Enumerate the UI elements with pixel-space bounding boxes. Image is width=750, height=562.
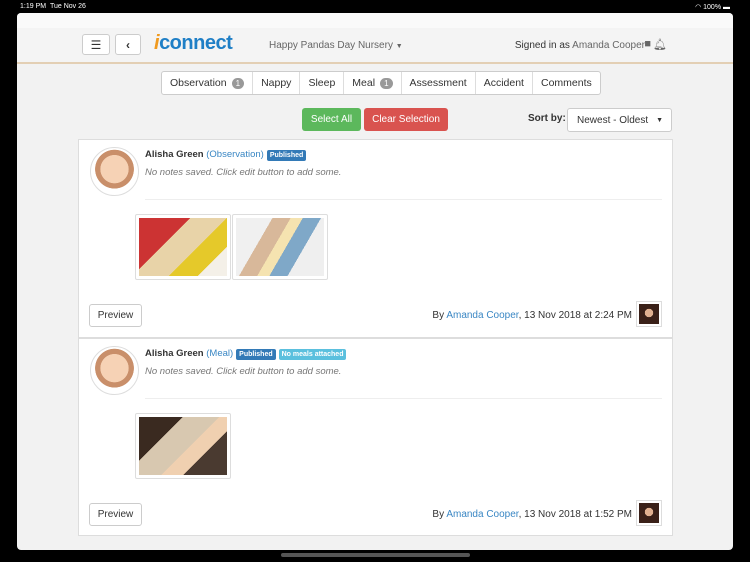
preview-button[interactable]: Preview — [89, 503, 142, 526]
nursery-dropdown[interactable]: Happy Pandas Day Nursery ▼ — [269, 40, 403, 51]
tab-comments[interactable]: Comments — [533, 72, 600, 94]
tab-meal[interactable]: Meal 1 — [344, 72, 402, 94]
photo-thumbnail[interactable] — [135, 413, 231, 479]
count-badge: 1 — [231, 77, 245, 89]
entry-card: Alisha Green (Observation) Published No n… — [78, 139, 673, 338]
tab-sleep[interactable]: Sleep — [300, 72, 345, 94]
back-button[interactable]: ‹ — [115, 34, 141, 55]
caret-down-icon: ▼ — [395, 43, 403, 50]
entry-type-link[interactable]: (Meal) — [206, 348, 233, 359]
staff-avatar — [636, 500, 662, 526]
tab-accident[interactable]: Accident — [476, 72, 533, 94]
status-badge: Published — [236, 349, 276, 360]
bell-icon[interactable]: 🔔︎ — [653, 38, 667, 51]
chevron-left-icon: ‹ — [126, 37, 130, 52]
notes-text: No notes saved. Click edit button to add… — [145, 167, 342, 178]
divider — [145, 398, 662, 399]
chat-icon[interactable]: ■ — [644, 38, 651, 50]
entry-card: Alisha Green (Meal) Published No meals att… — [78, 338, 673, 536]
battery-icon: ▬ — [723, 3, 730, 11]
photo-thumbnail[interactable] — [232, 214, 328, 280]
logo: iconnect — [154, 32, 233, 54]
tab-observation[interactable]: Observation 1 — [162, 72, 254, 94]
notes-text: No notes saved. Click edit button to add… — [145, 366, 342, 377]
staff-avatar — [636, 301, 662, 327]
author-line: By Amanda Cooper, 13 Nov 2018 at 2:24 PM — [432, 310, 632, 321]
signed-in-text: Signed in as Amanda Cooper — [514, 40, 645, 51]
status-time: 1:19 PM — [20, 3, 47, 10]
menu-button[interactable]: ☰ — [82, 34, 110, 55]
child-avatar — [90, 147, 139, 196]
status-date: Tue Nov 26 — [49, 3, 86, 10]
select-all-button[interactable]: Select All — [302, 108, 361, 131]
hamburger-icon: ☰ — [90, 37, 102, 52]
caret-down-icon: ▼ — [656, 116, 663, 124]
child-avatar — [90, 346, 139, 395]
app-window: ☰ ‹ iconnect Happy Pandas Day Nursery ▼ … — [17, 13, 733, 550]
battery-level: 100% — [703, 3, 722, 11]
photo-thumbnail[interactable] — [135, 214, 231, 280]
sort-label: Sort by: — [528, 113, 566, 124]
tab-nappy[interactable]: Nappy — [253, 72, 301, 94]
clear-selection-button[interactable]: Clear Selection — [364, 108, 448, 131]
divider — [145, 199, 662, 200]
preview-button[interactable]: Preview — [89, 304, 142, 327]
user-link[interactable]: Amanda Cooper — [572, 40, 645, 51]
author-link[interactable]: Amanda Cooper — [446, 310, 518, 321]
tab-assessment[interactable]: Assessment — [402, 72, 476, 94]
count-badge: 1 — [380, 77, 393, 89]
category-tabs: Observation 1 Nappy Sleep Meal 1 Assessmen… — [161, 71, 601, 95]
header: ☰ ‹ iconnect Happy Pandas Day Nursery ▼ … — [17, 28, 733, 64]
entry-type-link[interactable]: (Observation) — [206, 149, 264, 160]
child-name: Alisha Green — [145, 149, 204, 160]
sort-select[interactable]: Newest - Oldest ▼ — [567, 108, 672, 132]
meals-badge: No meals attached — [278, 349, 347, 360]
wifi-icon: ◠ — [695, 3, 702, 11]
author-link[interactable]: Amanda Cooper — [446, 509, 518, 520]
status-bar: 1:19 PM Tue Nov 26 ◠ 100% ▬ — [0, 0, 750, 13]
author-line: By Amanda Cooper, 13 Nov 2018 at 1:52 PM — [432, 509, 632, 520]
status-badge: Published — [266, 150, 307, 161]
home-indicator[interactable] — [281, 553, 470, 557]
child-name: Alisha Green — [145, 348, 204, 359]
